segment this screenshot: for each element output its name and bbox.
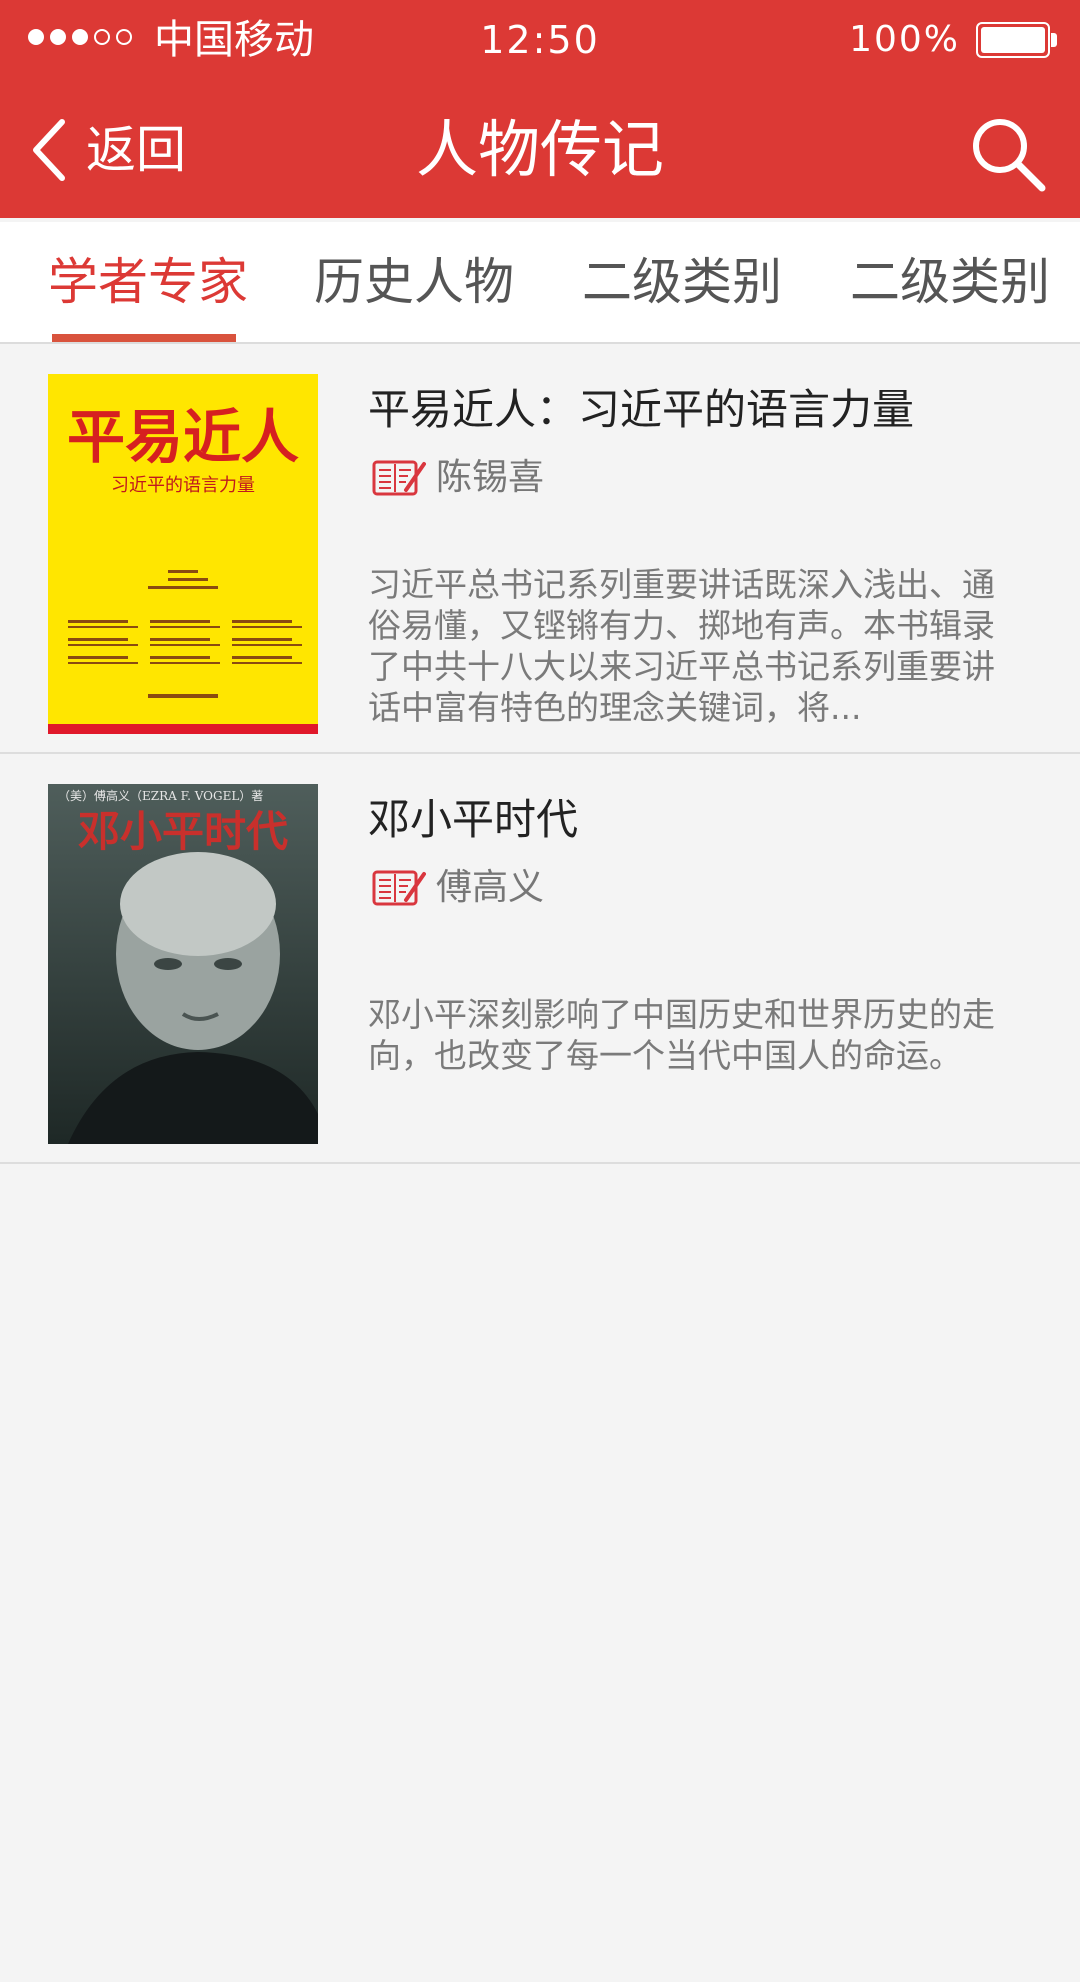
- search-icon: [968, 119, 1048, 198]
- tab-historical-figures[interactable]: 历史人物: [314, 222, 514, 342]
- back-label: 返回: [86, 121, 186, 179]
- book-list: 平易近人 习近平的语言力量 平易近人：习近平的语言力量 陈锡喜 习近平总书记系列…: [0, 344, 1080, 1164]
- page-title: 人物传记: [415, 113, 664, 186]
- carrier-name: 中国移动: [154, 17, 314, 63]
- signal-strength-icon: [28, 29, 132, 49]
- back-button[interactable]: 返回: [30, 110, 186, 190]
- category-tabs: 学者专家 历史人物 二级类别 二级类别: [0, 222, 1080, 344]
- cover-fine-print: [68, 570, 302, 698]
- book-description: 习近平总书记系列重要讲话既深入浅出、通俗易懂，又铿锵有力、掷地有声。本书辑录了中…: [368, 565, 995, 727]
- cover-stripe: [48, 724, 318, 734]
- book-cover: 平易近人 习近平的语言力量: [48, 374, 318, 734]
- status-bar: 中国移动 12:50 100%: [0, 0, 1080, 80]
- nav-bar: 返回 人物传记: [0, 80, 1080, 218]
- app-header: 中国移动 12:50 100% 返回 人物传记: [0, 0, 1080, 218]
- battery-percentage: 100%: [849, 19, 960, 60]
- chevron-left-icon: [30, 118, 66, 182]
- book-item[interactable]: （美）傅高义（EZRA F. VOGEL）著 邓小平时代 邓小平时代 傅高义 邓…: [0, 754, 1080, 1164]
- book-author: 傅高义: [372, 860, 544, 916]
- search-button[interactable]: [968, 114, 1048, 194]
- book-author: 陈锡喜: [372, 450, 544, 506]
- tab-subcategory-1[interactable]: 二级类别: [582, 222, 782, 342]
- book-title: 邓小平时代: [368, 795, 579, 844]
- status-time: 12:50: [480, 18, 600, 62]
- battery-cap: [1051, 33, 1057, 47]
- book-title: 平易近人：习近平的语言力量: [368, 385, 915, 434]
- author-book-icon: [372, 868, 426, 908]
- author-name: 傅高义: [436, 867, 545, 908]
- book-description: 邓小平深刻影响了中国历史和世界历史的走向，也改变了每一个当代中国人的命运。: [368, 995, 995, 1075]
- tab-subcategory-2[interactable]: 二级类别: [850, 222, 1050, 342]
- cover-title: 邓小平时代: [77, 807, 288, 856]
- author-book-icon: [372, 458, 426, 498]
- cover-author-line: （美）傅高义（EZRA F. VOGEL）著: [58, 789, 264, 803]
- book-item[interactable]: 平易近人 习近平的语言力量 平易近人：习近平的语言力量 陈锡喜 习近平总书记系列…: [0, 344, 1080, 754]
- tab-scholars-experts[interactable]: 学者专家: [48, 222, 248, 342]
- battery-icon: [976, 22, 1050, 58]
- author-name: 陈锡喜: [436, 457, 545, 498]
- book-cover: （美）傅高义（EZRA F. VOGEL）著 邓小平时代: [48, 784, 318, 1144]
- active-tab-indicator: [52, 334, 236, 342]
